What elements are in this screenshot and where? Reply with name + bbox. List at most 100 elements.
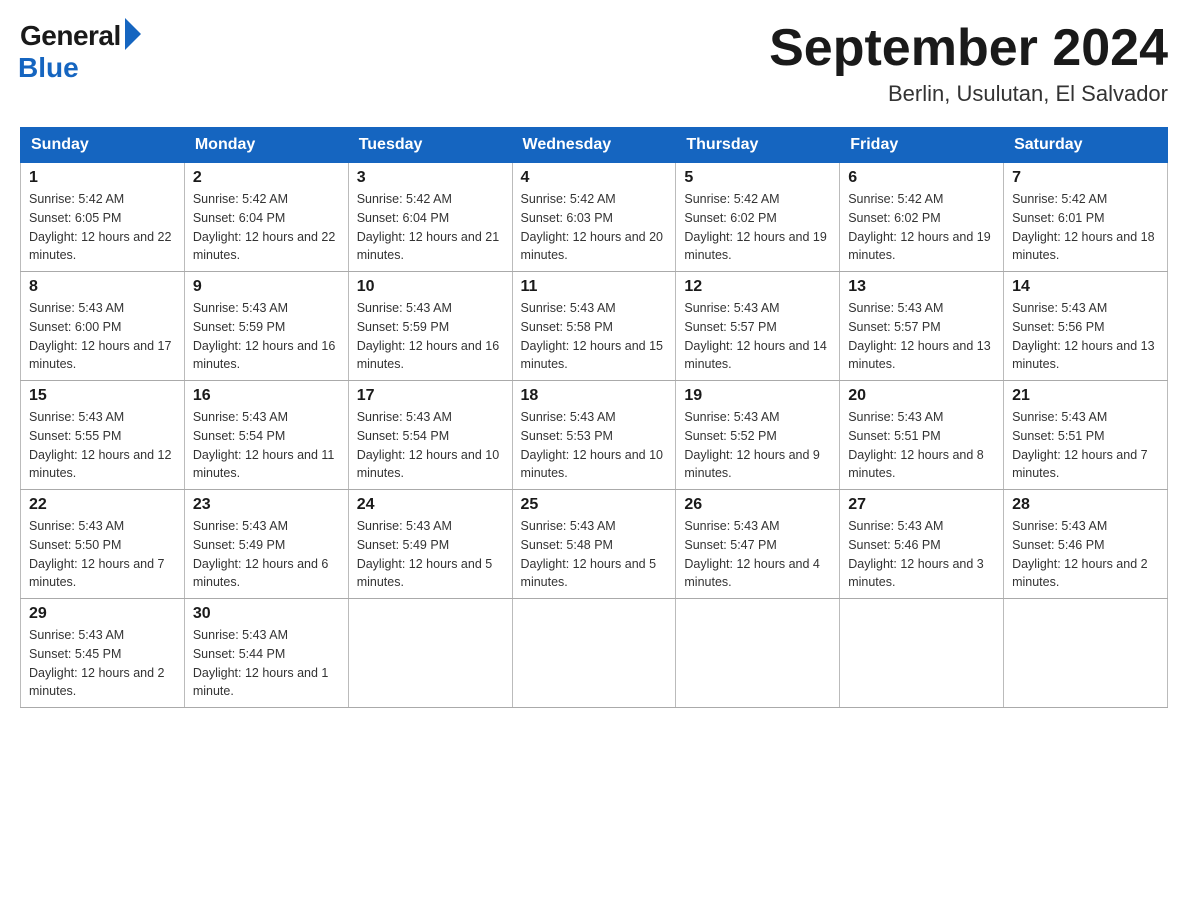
day-number: 3 — [357, 169, 504, 187]
day-number: 13 — [848, 278, 995, 296]
logo-triangle-icon — [125, 18, 141, 50]
day-number: 6 — [848, 169, 995, 187]
day-info: Sunrise: 5:43 AMSunset: 5:48 PMDaylight:… — [521, 517, 668, 592]
calendar-cell: 18 Sunrise: 5:43 AMSunset: 5:53 PMDayligh… — [512, 381, 676, 490]
day-number: 7 — [1012, 169, 1159, 187]
logo: General Blue — [20, 20, 141, 84]
calendar-cell: 22 Sunrise: 5:43 AMSunset: 5:50 PMDayligh… — [21, 490, 185, 599]
day-number: 18 — [521, 387, 668, 405]
day-info: Sunrise: 5:43 AMSunset: 5:46 PMDaylight:… — [1012, 517, 1159, 592]
calendar-cell: 14 Sunrise: 5:43 AMSunset: 5:56 PMDayligh… — [1004, 272, 1168, 381]
day-info: Sunrise: 5:43 AMSunset: 5:57 PMDaylight:… — [848, 299, 995, 374]
month-year-title: September 2024 — [769, 20, 1168, 77]
day-number: 8 — [29, 278, 176, 296]
day-number: 11 — [521, 278, 668, 296]
calendar-cell: 21Sunrise: 5:43 AMSunset: 5:51 PMDayligh… — [1004, 381, 1168, 490]
day-number: 20 — [848, 387, 995, 405]
logo-general-text: General — [20, 20, 121, 52]
day-info: Sunrise: 5:43 AMSunset: 5:53 PMDaylight:… — [521, 408, 668, 483]
day-number: 22 — [29, 496, 176, 514]
day-info: Sunrise: 5:43 AMSunset: 5:58 PMDaylight:… — [521, 299, 668, 374]
calendar-cell: 19Sunrise: 5:43 AMSunset: 5:52 PMDayligh… — [676, 381, 840, 490]
calendar-cell: 29 Sunrise: 5:43 AMSunset: 5:45 PMDayligh… — [21, 599, 185, 708]
calendar-cell — [348, 599, 512, 708]
header-wednesday: Wednesday — [512, 128, 676, 163]
calendar-cell: 9 Sunrise: 5:43 AMSunset: 5:59 PMDaylight… — [184, 272, 348, 381]
calendar-cell: 5Sunrise: 5:42 AMSunset: 6:02 PMDaylight… — [676, 163, 840, 272]
day-info: Sunrise: 5:43 AMSunset: 5:49 PMDaylight:… — [357, 517, 504, 592]
day-number: 30 — [193, 605, 340, 623]
page-header: General Blue September 2024 Berlin, Usul… — [20, 20, 1168, 107]
calendar-cell: 23Sunrise: 5:43 AMSunset: 5:49 PMDayligh… — [184, 490, 348, 599]
calendar-cell: 28 Sunrise: 5:43 AMSunset: 5:46 PMDayligh… — [1004, 490, 1168, 599]
day-number: 26 — [684, 496, 831, 514]
day-number: 29 — [29, 605, 176, 623]
calendar-cell: 30 Sunrise: 5:43 AMSunset: 5:44 PMDayligh… — [184, 599, 348, 708]
day-number: 9 — [193, 278, 340, 296]
day-info: Sunrise: 5:43 AMSunset: 5:45 PMDaylight:… — [29, 626, 176, 701]
day-info: Sunrise: 5:43 AMSunset: 5:44 PMDaylight:… — [193, 626, 340, 701]
day-number: 17 — [357, 387, 504, 405]
day-info: Sunrise: 5:43 AMSunset: 5:47 PMDaylight:… — [684, 517, 831, 592]
day-number: 19 — [684, 387, 831, 405]
header-thursday: Thursday — [676, 128, 840, 163]
day-info: Sunrise: 5:43 AMSunset: 5:57 PMDaylight:… — [684, 299, 831, 374]
day-info: Sunrise: 5:43 AMSunset: 5:46 PMDaylight:… — [848, 517, 995, 592]
day-number: 10 — [357, 278, 504, 296]
day-info: Sunrise: 5:43 AMSunset: 5:54 PMDaylight:… — [357, 408, 504, 483]
day-number: 23 — [193, 496, 340, 514]
calendar-cell: 10 Sunrise: 5:43 AMSunset: 5:59 PMDayligh… — [348, 272, 512, 381]
day-info: Sunrise: 5:43 AMSunset: 5:56 PMDaylight:… — [1012, 299, 1159, 374]
calendar-cell: 16 Sunrise: 5:43 AMSunset: 5:54 PMDayligh… — [184, 381, 348, 490]
calendar-cell: 27 Sunrise: 5:43 AMSunset: 5:46 PMDayligh… — [840, 490, 1004, 599]
calendar-cell — [840, 599, 1004, 708]
day-info: Sunrise: 5:42 AMSunset: 6:04 PMDaylight:… — [357, 190, 504, 265]
calendar-cell: 13 Sunrise: 5:43 AMSunset: 5:57 PMDayligh… — [840, 272, 1004, 381]
calendar-cell: 17 Sunrise: 5:43 AMSunset: 5:54 PMDayligh… — [348, 381, 512, 490]
title-area: September 2024 Berlin, Usulutan, El Salv… — [769, 20, 1168, 107]
calendar-cell: 1 Sunrise: 5:42 AMSunset: 6:05 PMDaylight… — [21, 163, 185, 272]
day-number: 4 — [521, 169, 668, 187]
calendar-cell: 2Sunrise: 5:42 AMSunset: 6:04 PMDaylight… — [184, 163, 348, 272]
calendar-week-3: 15 Sunrise: 5:43 AMSunset: 5:55 PMDayligh… — [21, 381, 1168, 490]
calendar-cell: 25 Sunrise: 5:43 AMSunset: 5:48 PMDayligh… — [512, 490, 676, 599]
day-number: 5 — [684, 169, 831, 187]
day-number: 12 — [684, 278, 831, 296]
location-subtitle: Berlin, Usulutan, El Salvador — [769, 81, 1168, 107]
header-sunday: Sunday — [21, 128, 185, 163]
calendar-week-1: 1 Sunrise: 5:42 AMSunset: 6:05 PMDaylight… — [21, 163, 1168, 272]
calendar-cell: 3 Sunrise: 5:42 AMSunset: 6:04 PMDaylight… — [348, 163, 512, 272]
calendar-cell — [512, 599, 676, 708]
calendar-cell: 4 Sunrise: 5:42 AMSunset: 6:03 PMDaylight… — [512, 163, 676, 272]
day-number: 28 — [1012, 496, 1159, 514]
day-info: Sunrise: 5:43 AMSunset: 5:50 PMDaylight:… — [29, 517, 176, 592]
day-number: 15 — [29, 387, 176, 405]
day-number: 2 — [193, 169, 340, 187]
day-info: Sunrise: 5:43 AMSunset: 5:54 PMDaylight:… — [193, 408, 340, 483]
day-number: 24 — [357, 496, 504, 514]
day-info: Sunrise: 5:42 AMSunset: 6:03 PMDaylight:… — [521, 190, 668, 265]
calendar-cell: 7 Sunrise: 5:42 AMSunset: 6:01 PMDaylight… — [1004, 163, 1168, 272]
header-monday: Monday — [184, 128, 348, 163]
calendar-cell: 15 Sunrise: 5:43 AMSunset: 5:55 PMDayligh… — [21, 381, 185, 490]
header-tuesday: Tuesday — [348, 128, 512, 163]
header-row: SundayMondayTuesdayWednesdayThursdayFrid… — [21, 128, 1168, 163]
day-info: Sunrise: 5:42 AMSunset: 6:05 PMDaylight:… — [29, 190, 176, 265]
day-info: Sunrise: 5:43 AMSunset: 5:51 PMDaylight:… — [848, 408, 995, 483]
day-number: 1 — [29, 169, 176, 187]
calendar-cell — [1004, 599, 1168, 708]
header-friday: Friday — [840, 128, 1004, 163]
calendar-cell: 24 Sunrise: 5:43 AMSunset: 5:49 PMDayligh… — [348, 490, 512, 599]
calendar-table: SundayMondayTuesdayWednesdayThursdayFrid… — [20, 127, 1168, 708]
day-info: Sunrise: 5:43 AMSunset: 5:55 PMDaylight:… — [29, 408, 176, 483]
day-number: 25 — [521, 496, 668, 514]
day-info: Sunrise: 5:42 AMSunset: 6:01 PMDaylight:… — [1012, 190, 1159, 265]
day-number: 14 — [1012, 278, 1159, 296]
day-info: Sunrise: 5:43 AMSunset: 5:59 PMDaylight:… — [357, 299, 504, 374]
day-number: 27 — [848, 496, 995, 514]
day-number: 16 — [193, 387, 340, 405]
calendar-week-2: 8Sunrise: 5:43 AMSunset: 6:00 PMDaylight… — [21, 272, 1168, 381]
calendar-cell: 6Sunrise: 5:42 AMSunset: 6:02 PMDaylight… — [840, 163, 1004, 272]
day-info: Sunrise: 5:43 AMSunset: 5:59 PMDaylight:… — [193, 299, 340, 374]
calendar-week-5: 29 Sunrise: 5:43 AMSunset: 5:45 PMDayligh… — [21, 599, 1168, 708]
